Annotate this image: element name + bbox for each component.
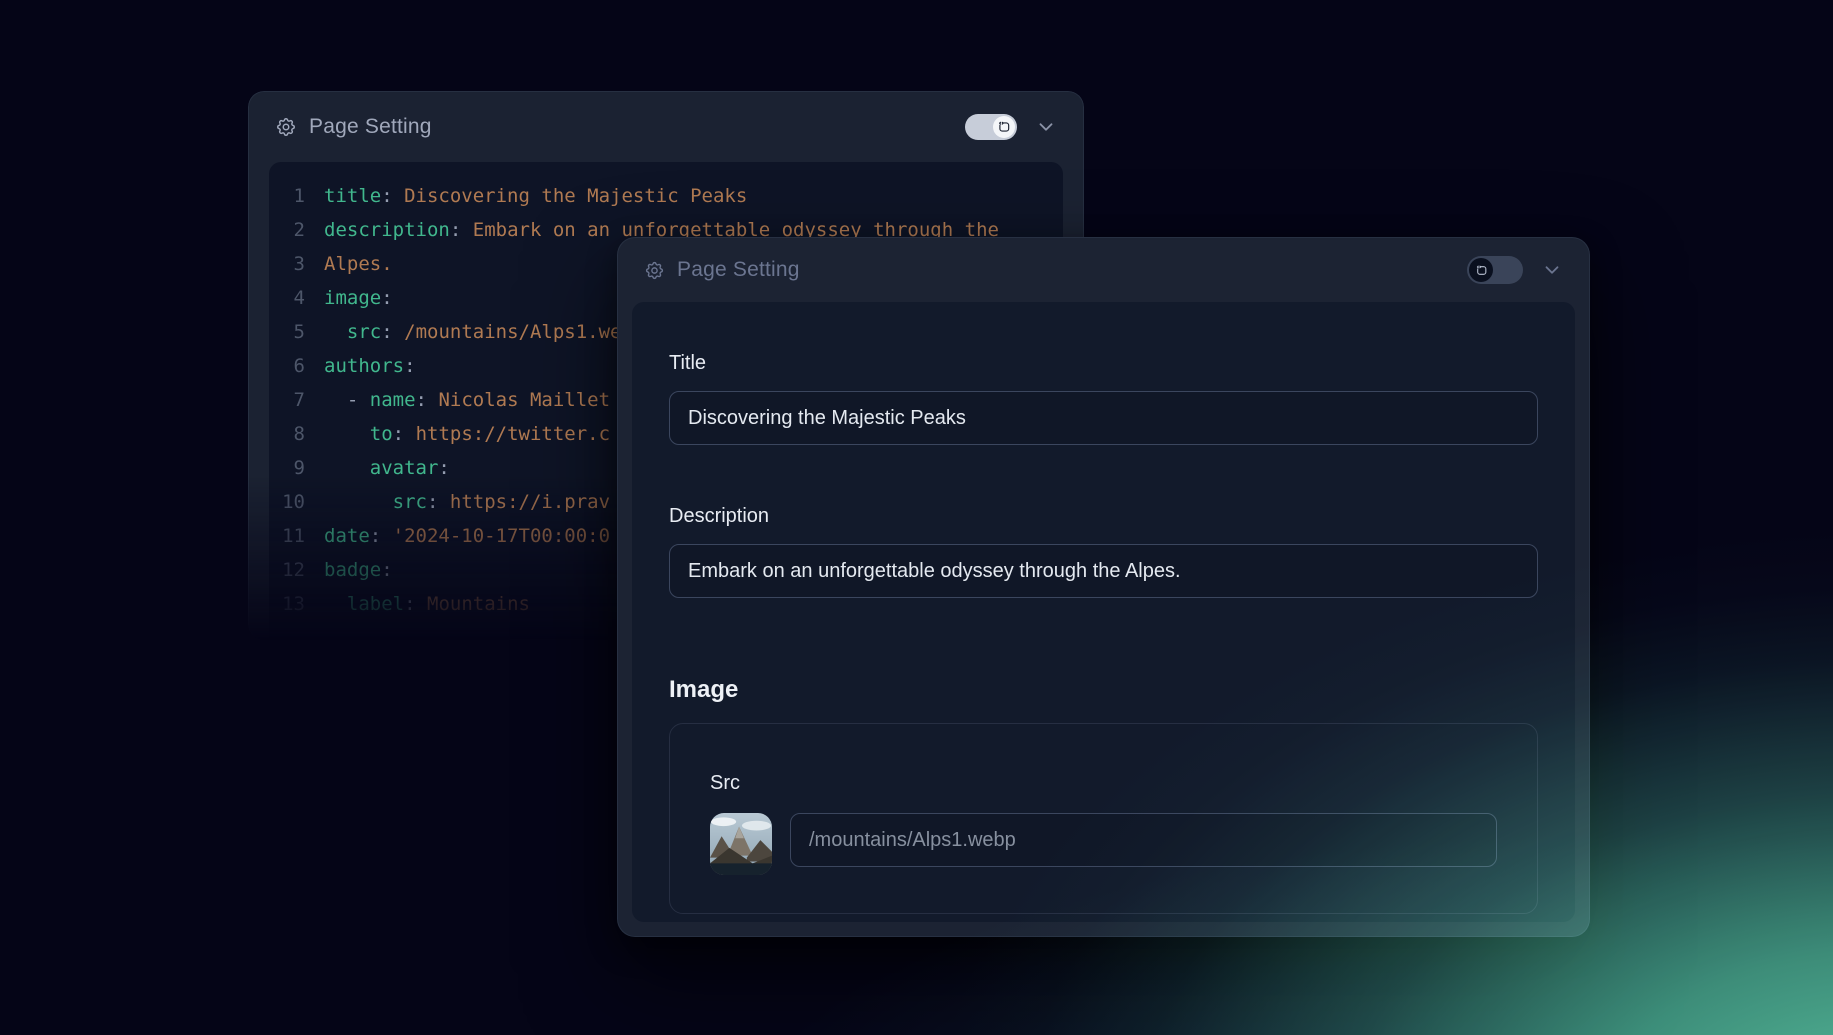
source-code-icon: [1469, 258, 1493, 282]
source-code-icon: [993, 116, 1015, 138]
title-input[interactable]: [669, 391, 1538, 445]
code-panel-header: Page Setting: [249, 92, 1083, 162]
description-input[interactable]: [669, 544, 1538, 598]
code-panel-title: Page Setting: [309, 115, 432, 139]
gear-icon: [644, 260, 665, 281]
form-body: Title Description Image Src: [632, 302, 1575, 922]
chevron-down-icon[interactable]: [1035, 116, 1057, 138]
image-section-heading: Image: [669, 676, 1538, 704]
image-src-input[interactable]: [790, 813, 1497, 867]
description-field-label: Description: [669, 505, 1538, 528]
code-view-toggle[interactable]: [1467, 256, 1523, 284]
image-thumbnail[interactable]: [710, 813, 772, 875]
code-view-toggle[interactable]: [965, 114, 1017, 140]
page-setting-form-panel: Page Setting Title De: [617, 237, 1590, 937]
code-line: 1title: Discovering the Majestic Peaks: [269, 179, 1063, 213]
page-background: Page Setting 1title: Discovering the Maj…: [0, 0, 1833, 1035]
form-panel-title: Page Setting: [677, 258, 800, 282]
image-settings-card: Src: [669, 723, 1538, 914]
chevron-down-icon[interactable]: [1541, 259, 1563, 281]
form-panel-header: Page Setting: [618, 238, 1589, 302]
src-field-label: Src: [710, 772, 1497, 795]
title-field-label: Title: [669, 352, 1538, 375]
gear-icon: [275, 116, 297, 138]
